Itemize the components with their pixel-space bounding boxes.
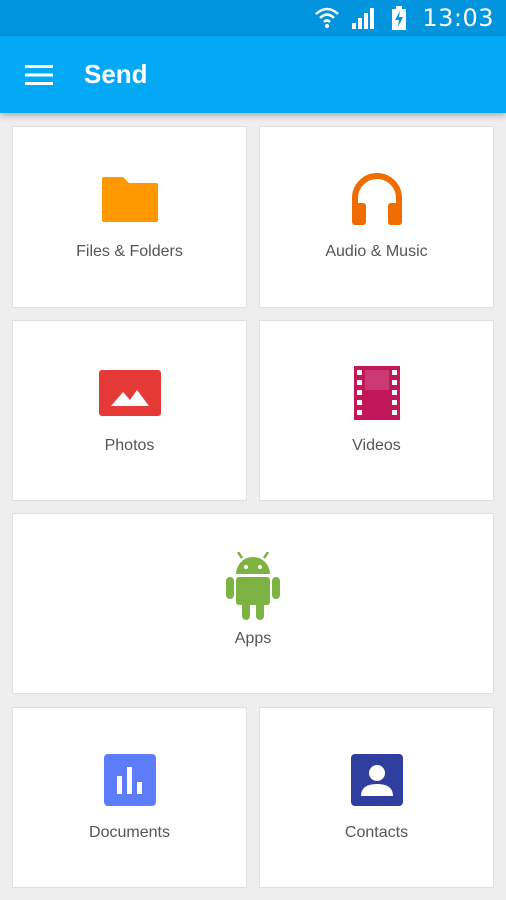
folder-icon: [101, 167, 159, 231]
hamburger-menu-icon: [25, 64, 53, 85]
contacts-label: Contacts: [344, 824, 409, 841]
category-grid: Files & Folders Audio & Music Photos Vid…: [0, 113, 506, 900]
signal-icon: [350, 5, 376, 31]
status-bar: 13:03: [0, 0, 506, 36]
battery-charging-icon: [386, 5, 412, 31]
documents-label: Documents: [89, 824, 170, 841]
photos-card[interactable]: Photos: [12, 320, 247, 501]
image-icon: [98, 361, 161, 425]
contact-card-icon: [350, 748, 403, 812]
contacts-card[interactable]: Contacts: [259, 707, 494, 888]
audio-music-card[interactable]: Audio & Music: [259, 126, 494, 308]
wifi-icon: [314, 5, 340, 31]
files-folders-label: Files & Folders: [76, 243, 183, 260]
audio-music-label: Audio & Music: [325, 243, 428, 260]
film-icon: [353, 361, 400, 425]
apps-label: Apps: [234, 630, 272, 647]
menu-button[interactable]: [0, 36, 78, 113]
apps-card[interactable]: Apps: [12, 513, 494, 694]
bar-chart-document-icon: [103, 748, 156, 812]
status-time: 13:03: [422, 4, 494, 32]
app-bar: Send: [0, 36, 506, 113]
documents-card[interactable]: Documents: [12, 707, 247, 888]
videos-card[interactable]: Videos: [259, 320, 494, 501]
android-icon: [224, 552, 282, 620]
files-folders-card[interactable]: Files & Folders: [12, 126, 247, 308]
headphones-icon: [350, 167, 404, 231]
videos-label: Videos: [352, 437, 401, 454]
page-title: Send: [84, 59, 148, 89]
photos-label: Photos: [104, 437, 155, 454]
